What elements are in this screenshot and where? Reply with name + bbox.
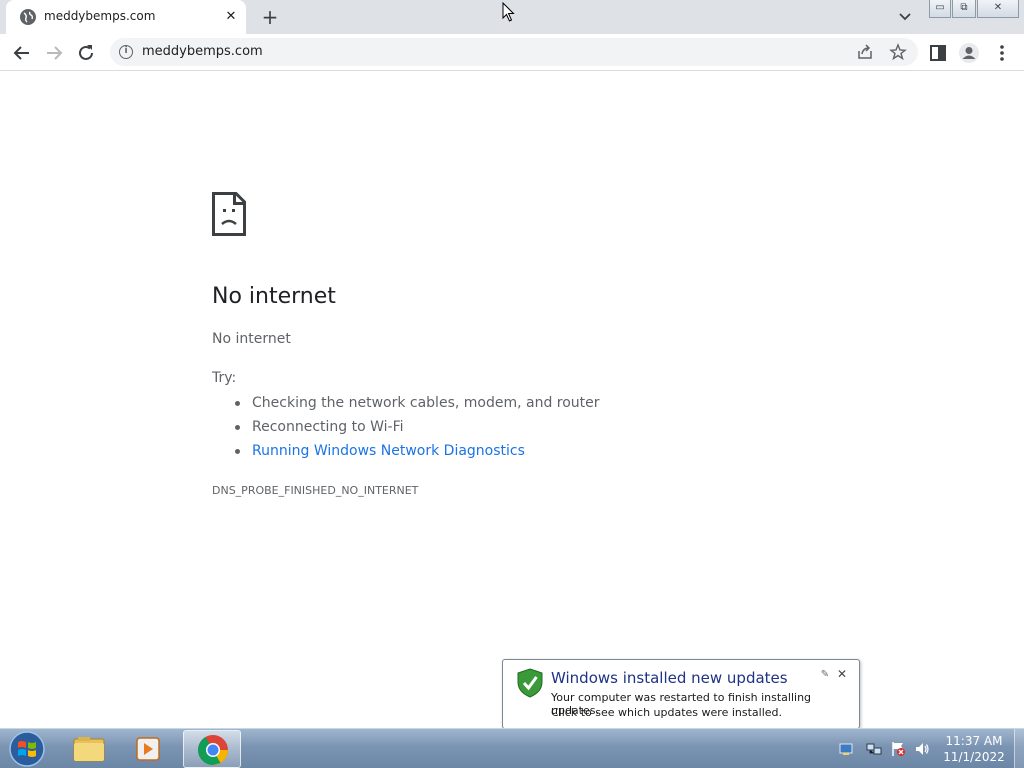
network-tray-icon[interactable]: [866, 741, 882, 757]
info-icon[interactable]: i: [119, 45, 133, 59]
sad-document-icon: [212, 192, 246, 236]
taskbar: 11:37 AM 11/1/2022: [0, 728, 1024, 768]
system-clock[interactable]: 11:37 AM 11/1/2022: [936, 733, 1012, 765]
new-tab-button[interactable]: +: [258, 5, 282, 29]
notification-close-icon[interactable]: ✕: [835, 667, 849, 681]
menu-icon[interactable]: [990, 41, 1014, 65]
try-label: Try:: [212, 370, 237, 386]
network-diagnostics-link[interactable]: Running Windows Network Diagnostics: [212, 440, 600, 464]
chrome-icon[interactable]: [183, 730, 241, 768]
error-page: No internet No internet Try: Checking th…: [0, 72, 1024, 728]
error-heading: No internet: [212, 284, 336, 309]
suggestion-item: Reconnecting to Wi-Fi: [212, 416, 600, 440]
volume-icon[interactable]: [914, 741, 930, 757]
address-bar[interactable]: i meddybemps.com: [110, 38, 918, 66]
file-explorer-icon[interactable]: [60, 730, 118, 768]
star-icon[interactable]: [889, 43, 907, 61]
browser-toolbar: i meddybemps.com: [0, 34, 1024, 71]
back-arrow-icon[interactable]: [10, 41, 34, 65]
browser-tab[interactable]: meddybemps.com ✕: [6, 0, 246, 34]
minimize-button[interactable]: ▭: [929, 0, 951, 18]
update-notification-balloon[interactable]: Windows installed new updates Your compu…: [502, 659, 860, 742]
media-player-icon[interactable]: [120, 730, 178, 768]
suggestion-item: Checking the network cables, modem, and …: [212, 392, 600, 416]
notification-options-icon[interactable]: ✎: [819, 669, 831, 681]
forward-arrow-icon[interactable]: [42, 41, 66, 65]
restore-button[interactable]: ⧉: [952, 0, 976, 18]
reload-icon[interactable]: [74, 41, 98, 65]
tab-close-icon[interactable]: ✕: [222, 8, 240, 26]
suggestion-list: Checking the network cables, modem, and …: [212, 392, 600, 464]
globe-icon: [20, 9, 36, 25]
windows-update-tray-icon[interactable]: [838, 741, 854, 757]
screen: meddybemps.com ✕ + ▭ ⧉ ✕ i meddybemps.co…: [0, 0, 1024, 768]
tab-title: meddybemps.com: [44, 9, 156, 23]
mouse-cursor-icon: [502, 1, 516, 22]
tab-search-chevron-icon[interactable]: [896, 6, 914, 26]
share-icon[interactable]: [856, 43, 874, 61]
error-subtext: No internet: [212, 331, 291, 347]
notification-title: Windows installed new updates: [551, 669, 788, 687]
shield-check-icon: [517, 668, 543, 698]
show-desktop-button[interactable]: [1014, 729, 1024, 768]
close-window-button[interactable]: ✕: [977, 0, 1019, 18]
error-code: DNS_PROBE_FINISHED_NO_INTERNET: [212, 484, 419, 497]
side-panel-icon[interactable]: [926, 41, 950, 65]
url-text[interactable]: meddybemps.com: [142, 44, 263, 59]
action-center-flag-icon[interactable]: [890, 741, 906, 757]
profile-icon[interactable]: [957, 41, 981, 65]
start-button[interactable]: [6, 730, 48, 768]
notification-line-2: Click to see which updates were installe…: [551, 706, 783, 719]
clock-date: 11/1/2022: [943, 750, 1005, 764]
clock-time: 11:37 AM: [945, 734, 1003, 748]
